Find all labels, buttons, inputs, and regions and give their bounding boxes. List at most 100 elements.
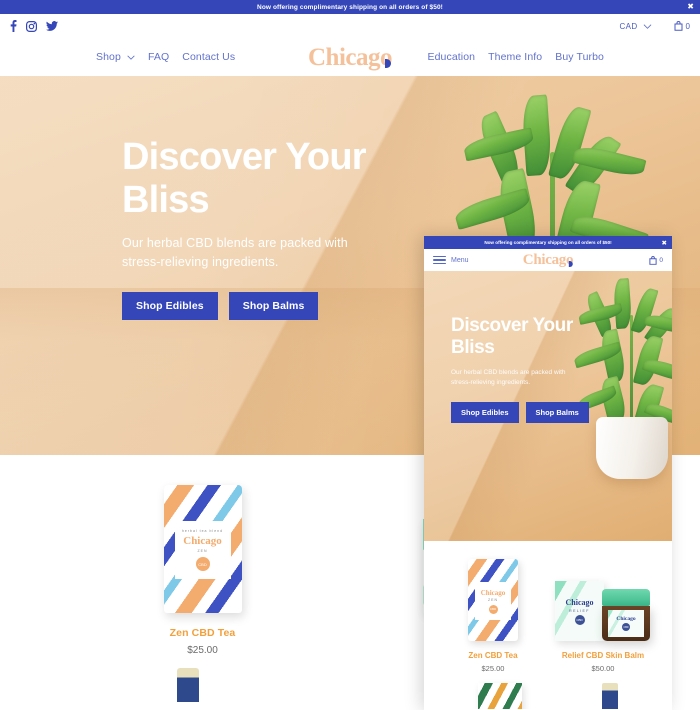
mobile-hero-copy: Discover Your Bliss Our herbal CBD blend… (451, 315, 601, 424)
mobile-hero-banner: Discover Your Bliss Our herbal CBD blend… (424, 271, 672, 541)
hero-subtext: Our herbal CBD blends are packed with st… (122, 236, 348, 270)
currency-value: CAD (619, 21, 638, 31)
hero-copy: Discover Your Bliss Our herbal CBD blend… (122, 136, 422, 320)
close-icon[interactable]: ✖ (662, 239, 667, 247)
utility-bar: CAD 0 (0, 14, 700, 38)
utility-right: CAD 0 (619, 21, 690, 31)
nav-link-theme-info[interactable]: Theme Info (488, 51, 542, 63)
currency-selector[interactable]: CAD (619, 22, 651, 31)
mobile-balm-jar: Chicago CBD (602, 589, 650, 641)
pouch-variant: ZEN (197, 549, 208, 553)
pouch-badge: CBD (195, 557, 210, 571)
hero-buttons: Shop Edibles Shop Balms (122, 291, 422, 320)
mobile-product-price-relief-cbd-skin-balm: $50.00 (591, 664, 615, 673)
storefront-page: Now offering complimentary shipping on a… (0, 0, 700, 710)
pouch-brand: Chicago (183, 535, 222, 547)
mobile-hero-heading-line-1: Discover Your (451, 315, 573, 336)
mobile-product-card-zen-cbd-tea[interactable]: Chicago ZEN CBD Zen CBD Tea $25.00 (443, 557, 543, 673)
mobile-product-image-pouch[interactable] (478, 683, 522, 709)
hero-heading-line-2: Bliss (122, 178, 210, 221)
mobile-product-card-relief-cbd-skin-balm[interactable]: Chicago RELIEF CBD Chicago CBD Relief CB… (553, 557, 653, 673)
mobile-tea-pouch-mock: Chicago ZEN CBD (468, 559, 518, 641)
mobile-site-logo[interactable]: Chicag o (522, 251, 574, 268)
mobile-product-image-tube[interactable] (602, 683, 618, 709)
mobile-preview-panel: Now offering complimentary shipping on a… (424, 236, 672, 710)
mobile-announcement-bar: Now offering complimentary shipping on a… (424, 236, 672, 249)
hero-heading-line-1: Discover Your (122, 136, 367, 178)
mobile-hero-heading: Discover Your Bliss (451, 315, 601, 359)
mobile-plant-stem (630, 315, 633, 427)
mobile-jar-badge: CBD (622, 623, 630, 631)
mobile-product-title-relief-cbd-skin-balm[interactable]: Relief CBD Skin Balm (553, 651, 653, 660)
twitter-icon[interactable] (46, 20, 58, 32)
nav-link-faq[interactable]: FAQ (148, 51, 169, 63)
mobile-box-badge: CBD (574, 614, 585, 625)
mobile-pouch-variant: ZEN (488, 597, 498, 602)
nav-link-education[interactable]: Education (428, 51, 476, 63)
shopping-bag-icon (649, 255, 657, 265)
nav-right: Education Theme Info Buy Turbo (428, 51, 605, 63)
mobile-hero-heading-line-2: Bliss (451, 336, 495, 358)
announcement-bar: Now offering complimentary shipping on a… (0, 0, 700, 14)
shop-balms-button[interactable]: Shop Balms (228, 291, 319, 320)
facebook-icon[interactable] (10, 20, 17, 32)
main-navigation: Shop FAQ Contact Us Chicag o Education Th… (0, 38, 700, 76)
nav-left: Shop FAQ Contact Us (96, 51, 235, 63)
mobile-menu-label: Menu (451, 256, 469, 264)
mobile-box-brand: Chicago (565, 597, 594, 607)
mobile-jar-body: Chicago CBD (602, 606, 650, 641)
mobile-product-price-zen-cbd-tea: $25.00 (481, 664, 505, 673)
chevron-down-icon (127, 55, 135, 60)
hamburger-icon (433, 255, 446, 265)
nav-label-shop: Shop (96, 51, 121, 63)
mobile-pouch-badge: CBD (488, 604, 498, 614)
mobile-product-row-2-partial (424, 673, 672, 709)
social-links (10, 20, 58, 32)
mobile-product-row-1: Chicago ZEN CBD Zen CBD Tea $25.00 Chica… (424, 557, 672, 673)
close-icon[interactable]: ✖ (687, 3, 694, 11)
product-image-zen-cbd-tea: herbal tea blend Chicago ZEN CBD (113, 483, 293, 613)
mobile-product-title-zen-cbd-tea[interactable]: Zen CBD Tea (443, 651, 543, 660)
nav-link-shop[interactable]: Shop (96, 51, 135, 63)
mobile-navigation: Menu Chicag o 0 (424, 249, 672, 271)
product-card-zen-cbd-tea[interactable]: herbal tea blend Chicago ZEN CBD Zen CBD… (113, 483, 293, 656)
shopping-bag-icon (674, 21, 683, 31)
mobile-logo-text: Chicag (522, 251, 567, 268)
nav-link-buy-turbo[interactable]: Buy Turbo (555, 51, 604, 63)
shop-edibles-button[interactable]: Shop Edibles (122, 291, 218, 320)
mobile-menu-button[interactable]: Menu (433, 255, 469, 265)
cart-count: 0 (685, 21, 690, 31)
pouch-label: herbal tea blend Chicago ZEN CBD (174, 521, 231, 579)
mobile-shop-balms-button[interactable]: Shop Balms (525, 402, 589, 424)
mobile-box-variant: RELIEF (569, 608, 590, 613)
mobile-hero-buttons: Shop Edibles Shop Balms (451, 402, 601, 424)
instagram-icon[interactable] (26, 20, 37, 32)
pouch-top-text: herbal tea blend (181, 529, 224, 533)
mobile-pouch-label: Chicago ZEN CBD (475, 582, 511, 620)
logo-text: Chicag (308, 43, 381, 71)
cart-button[interactable]: 0 (674, 21, 690, 31)
mobile-jar-brand: Chicago (616, 616, 636, 622)
mobile-cart-button[interactable]: 0 (649, 255, 663, 265)
product-image-tube[interactable] (176, 668, 199, 702)
product-price-zen-cbd-tea: $25.00 (187, 645, 218, 656)
mobile-logo-accent-letter: o (566, 251, 574, 268)
hero-heading: Discover Your Bliss (122, 136, 422, 221)
site-logo[interactable]: Chicag o (308, 43, 393, 71)
mobile-plant-pot (596, 417, 668, 479)
mobile-pouch-brand: Chicago (480, 588, 506, 597)
tea-pouch-mock: herbal tea blend Chicago ZEN CBD (163, 485, 242, 613)
mobile-shop-edibles-button[interactable]: Shop Edibles (451, 402, 519, 424)
mobile-balm-box: Chicago RELIEF CBD (555, 581, 604, 641)
mobile-jar-label: Chicago CBD (608, 610, 644, 637)
mobile-cart-count: 0 (659, 256, 663, 264)
mobile-product-grid: Chicago ZEN CBD Zen CBD Tea $25.00 Chica… (424, 541, 672, 709)
mobile-product-image-zen-cbd-tea: Chicago ZEN CBD (443, 557, 543, 641)
mobile-balm-box-and-jar-mock: Chicago RELIEF CBD Chicago CBD (555, 577, 651, 641)
product-title-zen-cbd-tea[interactable]: Zen CBD Tea (113, 627, 293, 639)
nav-link-contact-us[interactable]: Contact Us (182, 51, 235, 63)
logo-accent-letter: o (380, 43, 393, 71)
mobile-announcement-text: Now offering complimentary shipping on a… (484, 240, 612, 245)
mobile-product-image-relief-cbd-skin-balm: Chicago RELIEF CBD Chicago CBD (553, 557, 653, 641)
mobile-hero-subtext: Our herbal CBD blends are packed with st… (451, 368, 566, 387)
